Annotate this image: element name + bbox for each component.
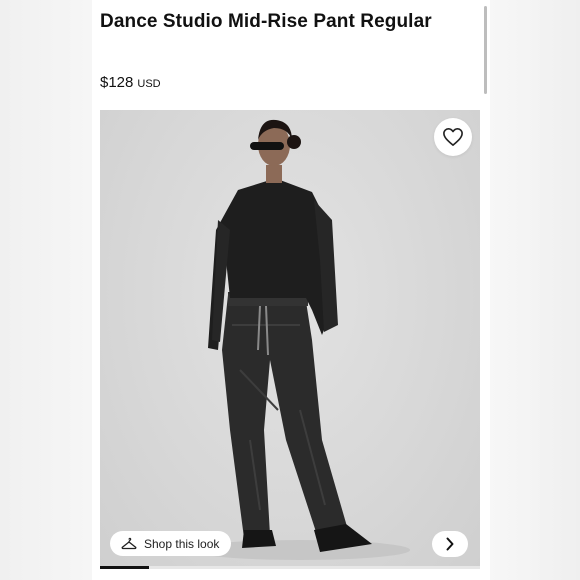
price-row: $128 USD — [100, 74, 161, 91]
next-image-button[interactable] — [432, 531, 468, 557]
neck — [266, 165, 282, 183]
left-shoe — [242, 530, 276, 548]
heart-icon — [443, 128, 463, 146]
product-page: Dance Studio Mid-Rise Pant Regular $128 … — [92, 0, 490, 580]
product-price: $128 — [100, 74, 134, 91]
page-backdrop-left — [0, 0, 92, 580]
chevron-right-icon — [446, 537, 454, 551]
wishlist-button[interactable] — [434, 118, 472, 156]
product-photo — [190, 119, 410, 560]
page-backdrop-right — [490, 0, 580, 580]
price-currency: USD — [137, 78, 161, 90]
scrollbar[interactable] — [484, 6, 487, 94]
product-image-carousel[interactable]: Shop this look — [100, 110, 480, 568]
shop-this-look-label: Shop this look — [144, 536, 220, 551]
sunglasses — [250, 142, 284, 150]
hanger-icon — [121, 537, 137, 549]
carousel-progress-fill — [100, 566, 150, 569]
carousel-progress — [100, 566, 480, 569]
product-title: Dance Studio Mid-Rise Pant Regular — [100, 11, 432, 32]
pants — [222, 295, 348, 538]
shop-this-look-button[interactable]: Shop this look — [110, 531, 232, 556]
